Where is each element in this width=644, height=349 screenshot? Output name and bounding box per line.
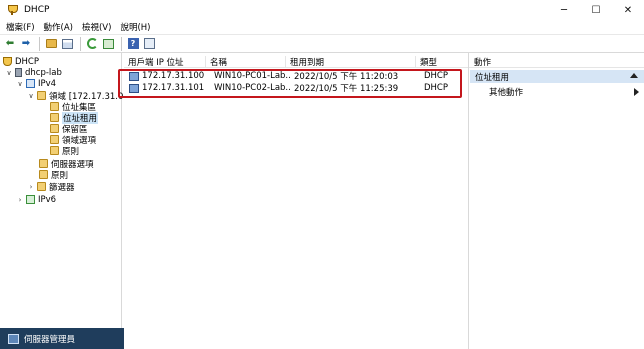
tree-item-filters[interactable]: › 篩選器 [27,181,75,193]
close-button[interactable]: ✕ [612,0,644,20]
toolbar-separator [39,36,40,51]
tree-item-scope[interactable]: ∨ 領域 [172.17.31.0 [27,90,123,102]
tree-label: DHCP [15,56,39,67]
table-row[interactable]: 172.17.31.100 WIN10-PC01-Lab... 2022/10/… [124,70,468,82]
folder-icon [37,91,46,100]
lease-computer-icon [129,83,139,93]
actions-section-label: 位址租用 [475,72,510,83]
tree-item-server[interactable]: ∨ dhcp-lab [5,67,62,78]
column-type[interactable]: 類型 [416,56,468,68]
more-actions-label: 其他動作 [489,88,524,98]
tree-item-server-options[interactable]: 伺服器選項 [39,158,94,170]
toolbar: ⬅ ➡ ? [0,34,644,53]
lease-computer-icon [129,71,139,81]
menu-bar: 檔案(F) 動作(A) 檢視(V) 說明(H) [0,20,644,34]
folder-icon [50,124,59,133]
show-hide-console-tree-icon[interactable] [60,37,74,51]
console-tree: DHCP ∨ dhcp-lab ∨ IPv4 ∨ 領域 [172.17.31.0… [0,53,123,349]
minimize-button[interactable]: ─ [548,0,580,20]
menu-help[interactable]: 說明(H) [120,21,150,33]
column-lease-expiration[interactable]: 租用到期 [286,56,416,68]
actions-header: 動作 [469,56,644,68]
server-manager-label: 伺服器管理員 [24,334,76,345]
tree-item-ipv4[interactable]: ∨ IPv4 [16,78,56,89]
tree-item-reservations[interactable]: 保留區 [50,123,88,135]
column-name[interactable]: 名稱 [206,56,286,68]
tree-item-dhcp[interactable]: DHCP [3,56,39,67]
tree-label: IPv6 [38,194,57,205]
chevron-right-icon[interactable]: › [16,196,24,204]
menu-view[interactable]: 檢視(V) [82,21,111,33]
window-title: DHCP [24,5,50,15]
actions-section-address-leases[interactable]: 位址租用 [470,70,644,83]
menu-file[interactable]: 檔案(F) [6,21,35,33]
cell-lease-expiration: 2022/10/5 下午 11:25:39 [294,84,399,94]
tree-label: IPv4 [38,78,57,89]
cell-lease-expiration: 2022/10/5 下午 11:20:03 [294,72,399,82]
tree-label: 原則 [62,146,80,157]
properties-icon[interactable] [142,37,156,51]
chevron-right-icon[interactable]: › [27,183,35,191]
ipv6-icon [26,195,35,204]
cell-type: DHCP [424,71,448,81]
collapse-icon[interactable] [630,73,638,78]
chevron-down-icon[interactable]: ∨ [27,92,35,100]
server-manager-taskbar-item[interactable]: 伺服器管理員 [0,328,124,349]
list-header: 用戶端 IP 位址 名稱 租用到期 類型 [124,56,468,68]
column-client-ip[interactable]: 用戶端 IP 位址 [124,56,206,68]
forward-arrow-icon[interactable]: ➡ [19,37,33,51]
ipv4-icon [26,79,35,88]
window-controls: ─ ☐ ✕ [548,0,644,20]
cell-name: WIN10-PC02-Lab... [214,83,290,93]
help-icon[interactable]: ? [126,37,140,51]
tree-item-address-pool[interactable]: 位址集區 [50,101,96,113]
tree-label: 篩選器 [49,182,75,193]
folder-icon [50,135,59,144]
back-arrow-icon[interactable]: ⬅ [3,37,17,51]
refresh-icon[interactable] [85,37,99,51]
maximize-button[interactable]: ☐ [580,0,612,20]
folder-icon [50,113,59,122]
tree-item-policies[interactable]: 原則 [39,169,69,181]
toolbar-separator [80,36,81,51]
server-manager-icon [8,333,19,344]
tree-item-scope-policies[interactable]: 原則 [50,145,80,157]
tree-label: 原則 [51,170,69,181]
tree-item-address-leases[interactable]: 位址租用 [50,111,99,124]
tree-item-ipv6[interactable]: › IPv6 [16,194,56,205]
chevron-down-icon[interactable]: ∨ [5,69,13,77]
folder-icon [50,146,59,155]
cell-client-ip: 172.17.31.101 [142,83,205,93]
folder-icon [50,102,59,111]
table-row[interactable]: 172.17.31.101 WIN10-PC02-Lab... 2022/10/… [124,82,468,94]
more-actions-item[interactable]: 其他動作 [489,86,643,98]
folder-icon [39,170,48,179]
folder-up-icon[interactable] [44,37,58,51]
cell-type: DHCP [424,83,448,93]
toolbar-separator [121,36,122,51]
menu-action[interactable]: 動作(A) [44,21,73,33]
lease-list: 用戶端 IP 位址 名稱 租用到期 類型 172.17.31.100 WIN10… [124,53,468,349]
server-icon [15,68,22,77]
title-bar: DHCP ─ ☐ ✕ [0,0,644,20]
dhcp-icon [3,57,12,66]
folder-icon [37,182,46,191]
chevron-down-icon[interactable]: ∨ [16,80,24,88]
tree-label: dhcp-lab [25,67,62,78]
cell-client-ip: 172.17.31.100 [142,71,205,81]
submenu-arrow-icon [634,88,639,96]
actions-pane: 動作 位址租用 其他動作 [468,53,644,349]
folder-icon [39,159,48,168]
tree-item-scope-options[interactable]: 領域選項 [50,134,96,146]
dhcp-app-icon [6,4,18,16]
export-list-icon[interactable] [101,37,115,51]
cell-name: WIN10-PC01-Lab... [214,71,290,81]
